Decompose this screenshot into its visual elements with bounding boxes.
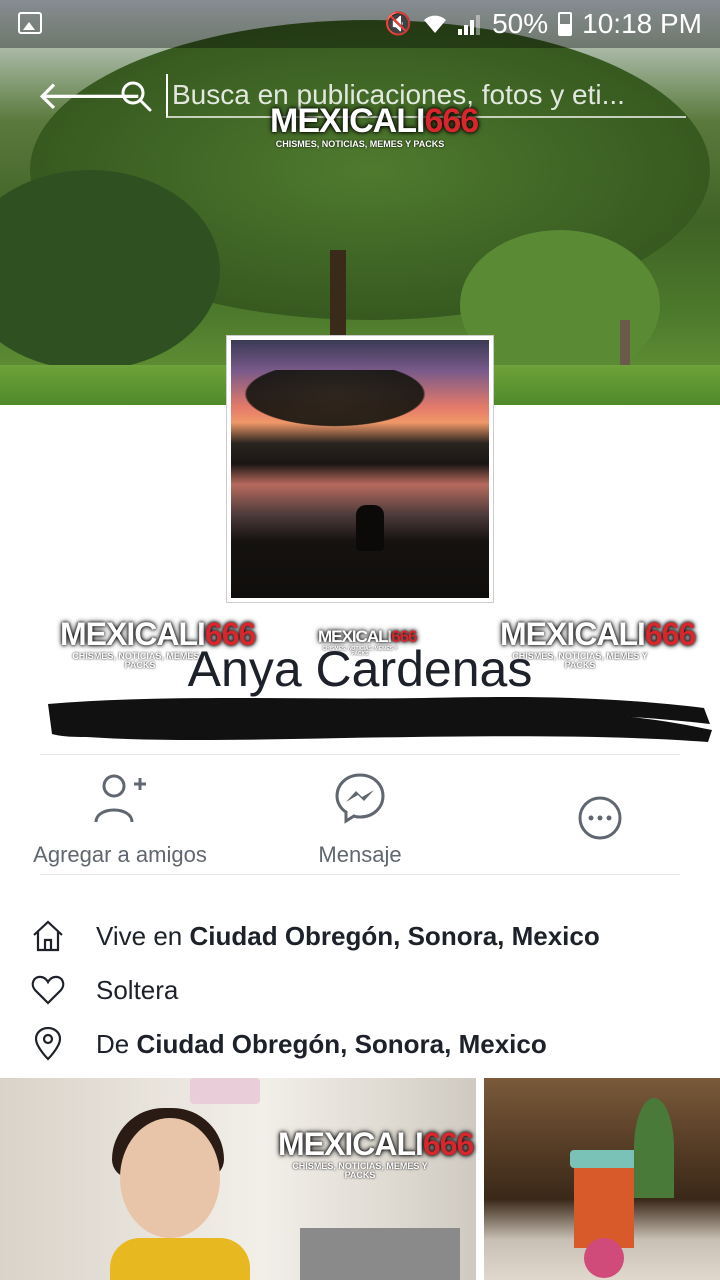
gallery-notification-icon <box>18 12 42 34</box>
intro-relationship: Soltera <box>30 968 710 1012</box>
battery-percent: 50% <box>492 8 549 39</box>
messenger-icon <box>335 773 385 824</box>
add-friend-icon <box>94 774 146 823</box>
wifi-icon <box>424 15 447 33</box>
watermark-logo: MEXICALI666 CHISMES, NOTICIAS, MEMES Y P… <box>278 1126 474 1180</box>
home-icon <box>33 920 63 952</box>
silhouette-figure <box>356 505 384 551</box>
intro-from: De Ciudad Obregón, Sonora, Mexico <box>30 1022 710 1066</box>
divider <box>40 754 680 755</box>
more-options-button[interactable] <box>480 770 720 866</box>
from-place-link[interactable]: Ciudad Obregón, Sonora, Mexico <box>136 1029 546 1059</box>
search-icon <box>121 81 152 112</box>
message-button[interactable]: Mensaje <box>240 770 480 868</box>
location-pin-icon <box>34 1027 62 1061</box>
divider <box>40 874 680 875</box>
add-friend-button[interactable]: Agregar a amigos <box>0 770 240 868</box>
mute-icon: 🔇 <box>384 11 413 36</box>
heart-icon <box>31 975 65 1005</box>
status-bar: 🔇 50% 10:18 PM <box>0 0 720 48</box>
more-icon <box>578 796 622 840</box>
lives-in-place-link[interactable]: Ciudad Obregón, Sonora, Mexico <box>189 921 599 951</box>
profile-picture[interactable] <box>226 335 494 603</box>
battery-icon <box>558 12 573 36</box>
watermark-logo: MEXICALI666 CHISMES, NOTICIAS, MEMES Y P… <box>270 102 479 149</box>
intro-lives-in: Vive en Ciudad Obregón, Sonora, Mexico <box>30 914 710 958</box>
signal-icon <box>458 15 481 35</box>
redaction-scribble <box>48 697 712 742</box>
photo-thumbnail[interactable] <box>484 1078 720 1280</box>
message-label: Mensaje <box>318 842 402 867</box>
clock: 10:18 PM <box>582 8 702 39</box>
add-friend-label: Agregar a amigos <box>33 842 207 867</box>
